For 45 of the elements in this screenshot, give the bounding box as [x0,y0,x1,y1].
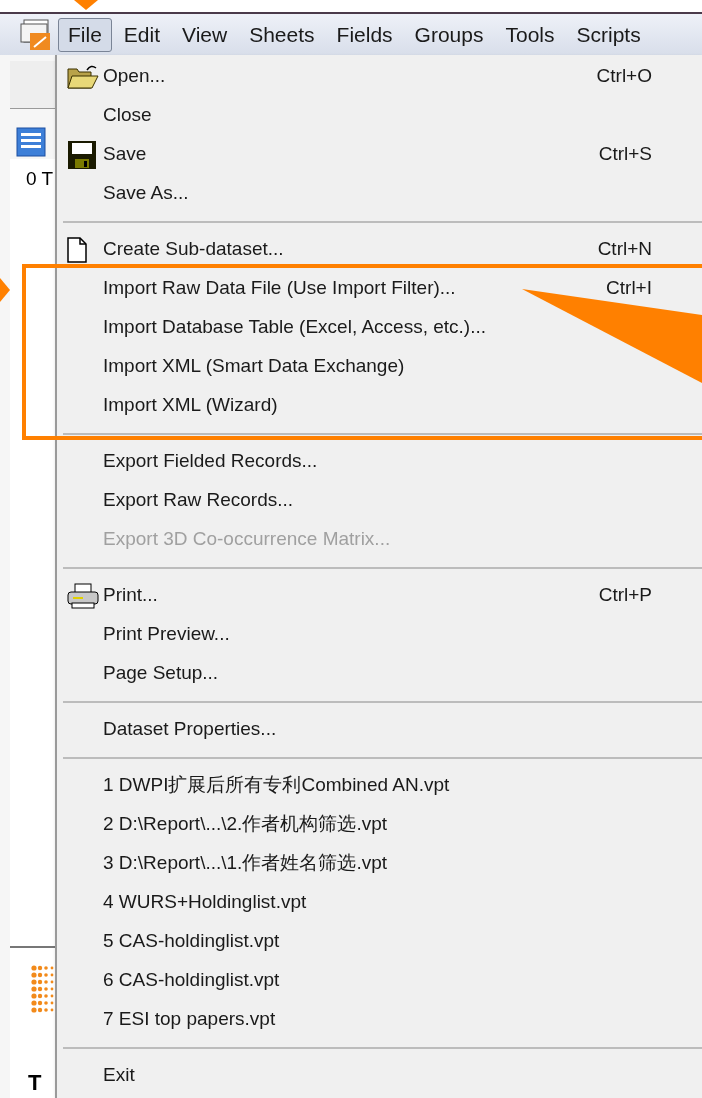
menu-bar-item[interactable]: Groups [404,17,494,52]
printer-icon [67,582,99,609]
menu-item[interactable]: Import XML (Wizard) [103,391,278,420]
menu-item[interactable]: Save As... [103,179,189,208]
menu-bar-item[interactable]: Edit [113,17,171,52]
menu-item[interactable]: Import Database Table (Excel, Access, etc.)... [103,313,486,342]
shortcut-text: Ctrl+N [597,237,652,262]
menu-bar-item[interactable]: Scripts [566,17,651,52]
menu-bar-item[interactable]: File [58,17,112,52]
shortcut-text: Ctrl+O [596,64,652,89]
shortcut-text: Ctrl+S [598,142,652,167]
menu-item[interactable]: Export Raw Records... [103,486,294,515]
menu-item[interactable]: 1 DWPI扩展后所有专利Combined AN.vpt [103,771,450,800]
menu-item[interactable]: Exit [103,1061,135,1090]
panel-text: 0 T [25,167,55,191]
shortcut-text: Ctrl+I [606,276,652,301]
list-view-icon[interactable] [16,127,46,157]
menu-item[interactable]: Create Sub-dataset... [103,235,284,264]
shortcut-text: Ctrl+P [598,583,652,608]
menu-item[interactable]: 7 ESI top papers.vpt [103,1005,276,1034]
menu-bar-item[interactable]: Fields [326,17,403,52]
document-icon [67,236,87,263]
folder-icon [67,63,99,90]
menu-item[interactable]: Print Preview... [103,620,230,649]
menu-item[interactable]: 6 CAS-holdinglist.vpt [103,966,280,995]
menu-item[interactable]: Import Raw Data File (Use Import Filter)... [103,274,456,303]
menu-item[interactable]: Print... [103,581,158,610]
menu-bar-item[interactable]: View [172,17,238,52]
menu-item[interactable]: Dataset Properties... [103,715,277,744]
menu-bar-item[interactable]: Tools [495,17,565,52]
menu-item[interactable]: 3 D:\Report\...\1.作者姓名筛选.vpt [103,849,388,878]
menu-item[interactable]: 4 WURS+Holdinglist.vpt [103,888,307,917]
panel-text: T [28,1069,42,1097]
menu-item[interactable]: Import XML (Smart Data Exchange) [103,352,405,381]
menu-item[interactable]: Page Setup... [103,659,219,688]
pointer-marker-icon [74,0,98,10]
menu-item[interactable]: 5 CAS-holdinglist.vpt [103,927,280,956]
menu-bar-item[interactable]: Sheets [239,17,325,52]
menu-item[interactable]: 2 D:\Report\...\2.作者机构筛选.vpt [103,810,388,839]
menu-item[interactable]: Close [103,101,152,130]
menu-item[interactable]: Export Fielded Records... [103,447,318,476]
menu-item[interactable]: Save [103,140,147,169]
pointer-marker-icon [0,278,10,302]
menu-item[interactable]: Open... [103,62,166,91]
logo-icon [28,962,54,1014]
